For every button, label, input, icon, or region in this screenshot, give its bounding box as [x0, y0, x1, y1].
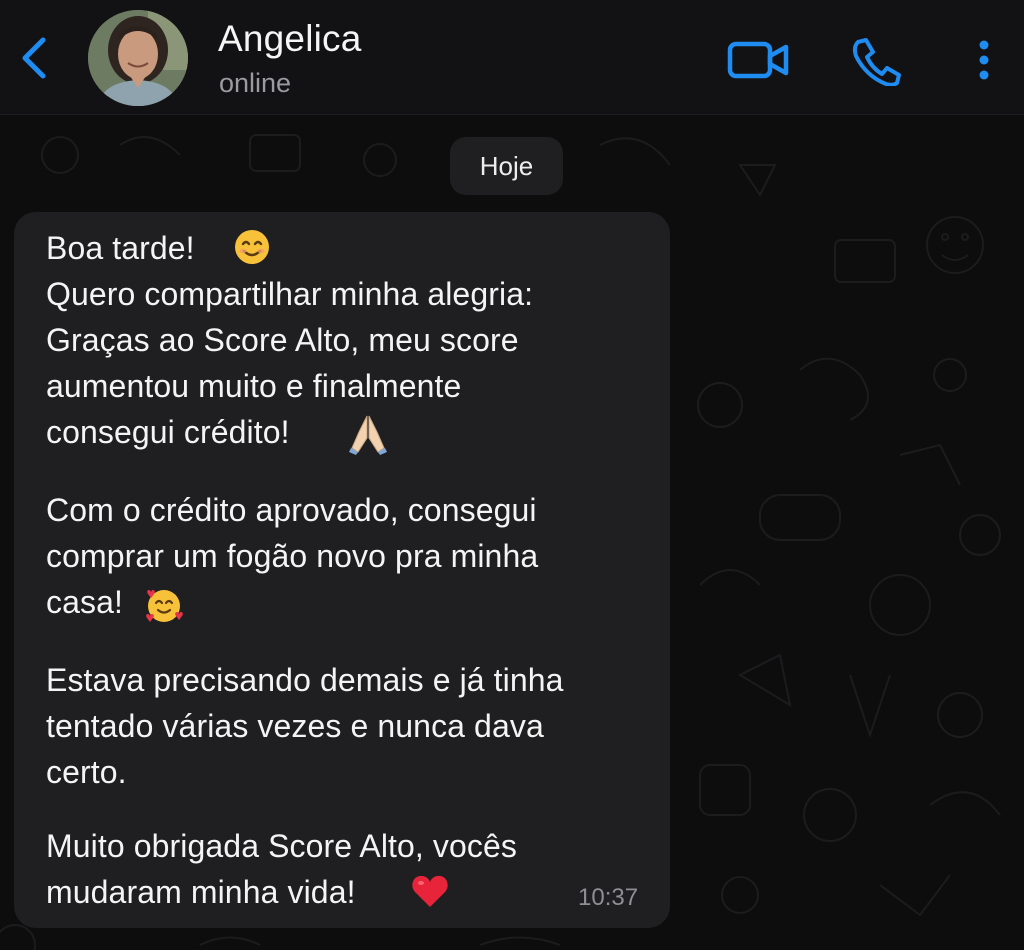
message-line: Graças ao Score Alto, meu score — [46, 322, 519, 358]
date-divider: Hoje — [450, 137, 563, 195]
chat-area[interactable]: Hoje Boa tarde! Quero compartilhar minha… — [0, 115, 1024, 950]
message-line: Com o crédito aprovado, consegui — [46, 492, 537, 528]
video-camera-icon — [727, 41, 789, 79]
contact-name[interactable]: Angelica — [218, 18, 362, 60]
video-call-button[interactable] — [726, 38, 792, 82]
message-line: aumentou muito e finalmente — [46, 368, 462, 404]
message-line: Muito obrigada Score Alto, vocês — [46, 828, 518, 864]
voice-call-button[interactable] — [848, 36, 904, 87]
vertical-ellipsis-icon — [979, 40, 989, 80]
message-line: Boa tarde! — [46, 230, 195, 266]
avatar-photo — [88, 10, 188, 106]
folded-hands-icon — [349, 415, 387, 455]
message-line: consegui crédito! — [46, 414, 290, 450]
chat-header: Angelica online — [0, 0, 1024, 115]
message-timestamp: 10:37 — [578, 884, 639, 911]
chevron-left-icon — [22, 37, 46, 79]
message-line: Quero compartilhar minha alegria: — [46, 276, 534, 312]
message-line: mudaram minha vida! — [46, 874, 356, 910]
avatar[interactable] — [88, 10, 188, 106]
back-button[interactable] — [14, 34, 54, 82]
message-line: comprar um fogão novo pra minha — [46, 538, 539, 574]
message-line: certo. — [46, 754, 127, 790]
incoming-message-bubble[interactable]: Boa tarde! Quero compartilhar minha aleg… — [14, 212, 670, 928]
smiling-face-icon — [235, 230, 269, 264]
smiling-face-with-hearts-icon — [146, 590, 183, 622]
message-line: Estava precisando demais e já tinha — [46, 662, 564, 698]
more-options-button[interactable] — [968, 36, 1000, 86]
phone-icon — [852, 38, 901, 87]
message-line: tentado várias vezes e nunca dava — [46, 708, 544, 744]
contact-status: online — [219, 68, 292, 98]
message-line: casa! — [46, 584, 123, 620]
red-heart-icon — [412, 875, 448, 907]
